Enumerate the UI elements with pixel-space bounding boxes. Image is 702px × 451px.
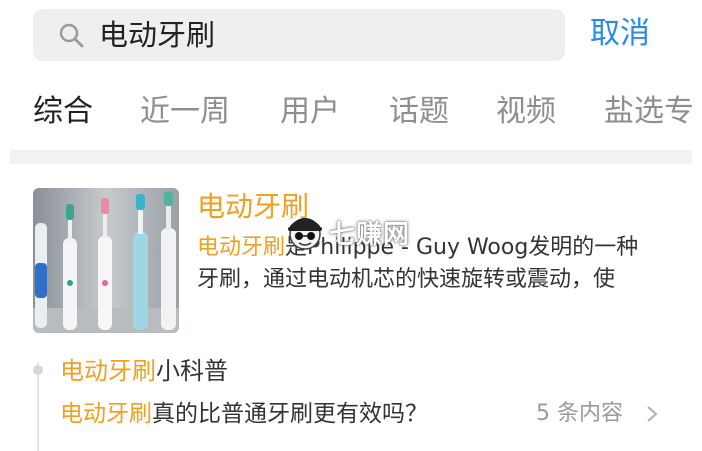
search-tabs: 综合 近一周 用户 话题 视频 盐选专 (0, 90, 702, 140)
watermark-text: 七赚网 (329, 220, 411, 250)
chevron-right-icon (647, 406, 658, 422)
watermark-mascot-icon (288, 218, 322, 250)
subtopic-title-highlight: 电动牙刷 (60, 357, 156, 385)
search-bar: 电动牙刷 取消 (0, 0, 702, 70)
question-text: 真的比普通牙刷更有效吗？ (152, 401, 428, 427)
content-count: 5 条内容 (536, 401, 623, 426)
summary-highlight: 电动牙刷 (197, 235, 286, 260)
subtopic-title-text: 小科普 (156, 357, 228, 385)
subtopic-title[interactable]: 电动牙刷小科普 (60, 355, 228, 387)
toothbrush-thumbnail[interactable] (33, 188, 179, 333)
tab-topics[interactable]: 话题 (389, 90, 449, 134)
section-divider (10, 150, 692, 164)
timeline-dot (33, 365, 43, 375)
question-highlight: 电动牙刷 (60, 401, 152, 427)
subtopic-question-row[interactable]: 电动牙刷真的比普通牙刷更有效吗？ 5 条内容 (60, 398, 680, 432)
cancel-button[interactable]: 取消 (590, 14, 650, 54)
timeline-line (37, 362, 39, 451)
tab-videos[interactable]: 视频 (496, 90, 556, 134)
result-summary-line-2: 牙刷，通过电动机芯的快速旋转或震动，使 (197, 267, 616, 292)
tab-recent-week[interactable]: 近一周 (140, 90, 230, 134)
tab-users[interactable]: 用户 (280, 90, 340, 134)
subtopic-question: 电动牙刷真的比普通牙刷更有效吗？ (60, 398, 428, 430)
search-icon (59, 23, 84, 48)
search-input[interactable]: 电动牙刷 (33, 9, 565, 61)
watermark: 七赚网 (285, 210, 425, 254)
tab-comprehensive[interactable]: 综合 (33, 90, 93, 134)
tab-salt-select[interactable]: 盐选专 (604, 90, 694, 134)
search-query: 电动牙刷 (99, 18, 216, 52)
